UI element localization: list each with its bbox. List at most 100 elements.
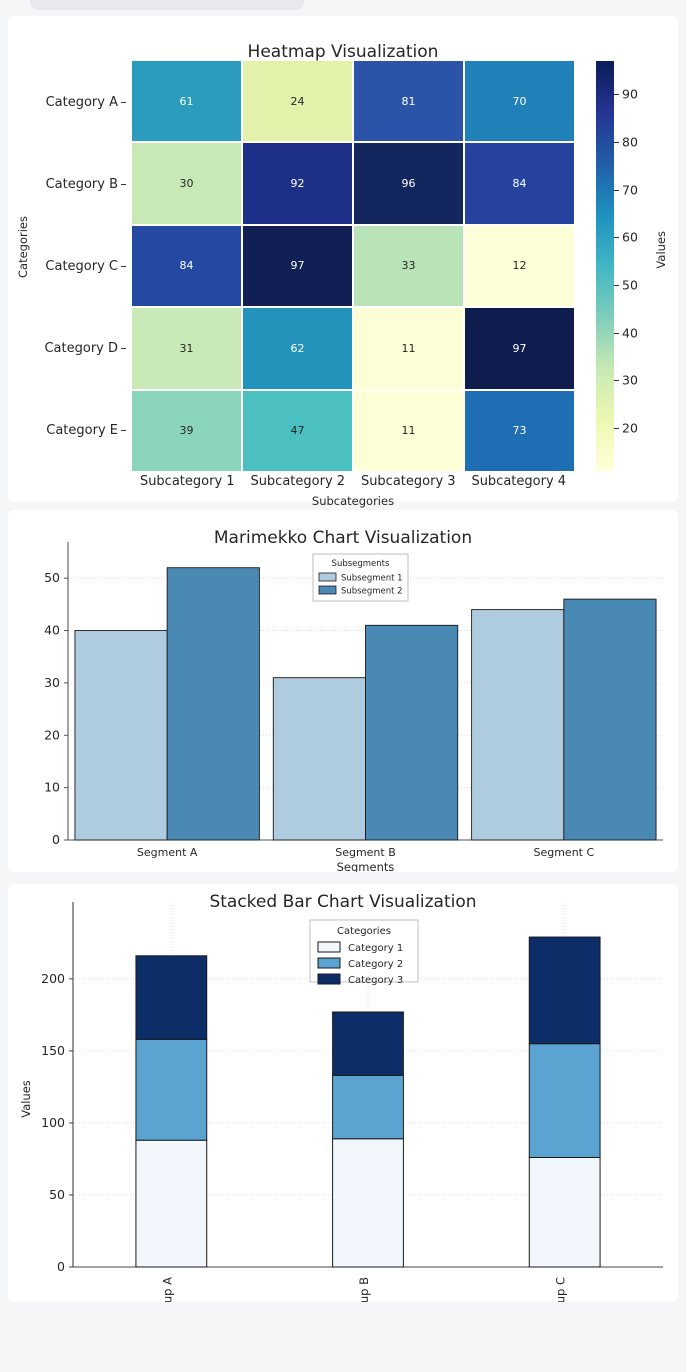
colorbar-tick-label: 60	[622, 229, 638, 245]
stacked-ytick: 0	[57, 1259, 65, 1274]
stacked-bar-segment[interactable]	[135, 1038, 208, 1141]
marimekko-ytick: 10	[44, 780, 60, 795]
marimekko-legend-label[interactable]: Subsegment 2	[341, 587, 403, 597]
heatmap-cell[interactable]: 70	[465, 61, 574, 142]
heatmap-cell[interactable]: 62	[243, 308, 352, 389]
stacked-yaxis-label: Values	[19, 1080, 33, 1118]
stacked-ytick: 100	[41, 1115, 65, 1130]
marimekko-plot[interactable]: 0 10 20 30 40 50 Segment A Segment B Segment C Se…	[8, 510, 678, 872]
heatmap-cell[interactable]: 84	[465, 143, 574, 224]
heatmap-cell[interactable]: 97	[465, 308, 574, 389]
heatmap-row-labels: Category A Category B Category C Category D…	[8, 61, 128, 471]
heatmap-column-labels: Subcategory 1 Subcategory 2 Subcategory 3 S…	[132, 474, 574, 489]
colorbar-tick-mark	[614, 332, 619, 334]
heatmap-cell[interactable]: 33	[354, 225, 463, 307]
heatmap-cell[interactable]: 92	[243, 143, 352, 224]
heatmap-cell[interactable]: 11	[354, 390, 463, 471]
stacked-xtick: Group B	[357, 1277, 371, 1302]
heatmap-xaxis-label: Subcategories	[311, 494, 395, 508]
stacked-bar-card: Stacked Bar Chart Visualization 0 50 100 15…	[8, 884, 678, 1302]
heatmap-cell[interactable]: 39	[132, 390, 241, 471]
heatmap-cell[interactable]: 73	[465, 390, 574, 471]
colorbar-tick-mark	[614, 428, 619, 430]
heatmap-cell[interactable]: 47	[243, 390, 352, 471]
colorbar-tick-mark	[614, 142, 619, 144]
heatmap-cell[interactable]: 97	[243, 225, 352, 307]
marimekko-ytick: 40	[44, 623, 60, 638]
marimekko-legend-label[interactable]: Subsegment 1	[341, 574, 403, 584]
stacked-legend-swatch	[317, 973, 341, 985]
heatmap-cell[interactable]: 11	[354, 308, 463, 389]
marimekko-legend-swatch	[318, 572, 337, 582]
colorbar-tick-label: 70	[622, 182, 638, 198]
stacked-legend-swatch	[317, 941, 341, 953]
colorbar-tick-mark	[614, 285, 619, 287]
heatmap-card: Heatmap Visualization Categories Categor…	[8, 16, 678, 508]
heatmap-cell[interactable]: 81	[354, 61, 463, 142]
stacked-bar-segment[interactable]	[332, 1138, 404, 1268]
colorbar-tick-mark	[614, 94, 619, 96]
heatmap-cell[interactable]: 31	[132, 308, 241, 389]
marimekko-bar[interactable]	[74, 630, 168, 841]
marimekko-bar[interactable]	[365, 624, 459, 841]
stacked-bar-segment[interactable]	[528, 1156, 601, 1268]
heatmap-column-label: Subcategory 3	[360, 474, 456, 489]
marimekko-bar[interactable]	[471, 609, 565, 841]
heatmap-cell[interactable]: 84	[132, 225, 241, 307]
stacked-legend-swatch	[317, 957, 341, 969]
stacked-bar-segment[interactable]	[528, 1043, 601, 1158]
stacked-xtick: Group A	[160, 1277, 174, 1302]
marimekko-ytick: 30	[44, 675, 60, 690]
marimekko-xtick: Segment B	[335, 846, 396, 859]
colorbar-tick-mark	[614, 237, 619, 239]
marimekko-bar[interactable]	[166, 567, 260, 841]
marimekko-ytick: 0	[52, 832, 60, 847]
heatmap-cell[interactable]: 30	[132, 143, 241, 224]
heatmap-row-label: Category C	[8, 225, 128, 307]
colorbar-tick-label: 80	[622, 134, 638, 150]
stacked-bar-segment[interactable]	[135, 955, 208, 1040]
heatmap-column-label: Subcategory 1	[139, 474, 235, 489]
stacked-xtick: Group C	[554, 1277, 568, 1302]
colorbar-tick-label: 20	[622, 420, 638, 436]
heatmap-cell[interactable]: 24	[243, 61, 352, 142]
stacked-legend-label[interactable]: Category 1	[348, 943, 403, 954]
stacked-ytick: 50	[49, 1187, 65, 1202]
heatmap-title: Heatmap Visualization	[247, 42, 439, 62]
stacked-bar-plot[interactable]: 050100150200ValuesGroup AGroup BGroup CG…	[8, 884, 678, 1302]
stacked-bar-segment[interactable]	[332, 1011, 404, 1076]
marimekko-bar[interactable]	[563, 598, 657, 841]
colorbar-tick-mark	[614, 189, 619, 191]
marimekko-legend-swatch	[318, 585, 337, 595]
marimekko-xtick: Segment A	[137, 846, 198, 859]
stacked-legend-label[interactable]: Category 3	[348, 975, 403, 986]
colorbar-tick-label: 90	[622, 86, 638, 102]
heatmap-colorbar-ticks: 20 30 40 50 60 70 80 90	[614, 61, 654, 471]
heatmap-colorbar[interactable]	[596, 61, 614, 471]
marimekko-legend-title: Subsegments	[332, 559, 390, 569]
stacked-legend-label[interactable]: Category 2	[348, 959, 403, 970]
colorbar-tick-label: 30	[622, 372, 638, 388]
heatmap-grid[interactable]: 61 24 81 70 30 92 96 84 84 97 33 12 31 62 11 97 39 47 11 73	[132, 61, 574, 471]
heatmap-row-label: Category D	[8, 307, 128, 389]
heatmap-cell[interactable]: 61	[132, 61, 241, 142]
marimekko-xaxis-label: Segments	[337, 860, 395, 872]
stacked-bar-segment[interactable]	[332, 1074, 404, 1140]
marimekko-ytick: 20	[44, 727, 60, 742]
stacked-bar-segment[interactable]	[528, 936, 601, 1045]
colorbar-tick-mark	[614, 380, 619, 382]
heatmap-cell[interactable]: 12	[465, 225, 574, 307]
marimekko-xtick: Segment C	[533, 846, 594, 859]
marimekko-ytick: 50	[44, 570, 60, 585]
marimekko-card: Marimekko Chart Visualization Values 0 10…	[8, 510, 678, 1226]
marimekko-bar[interactable]	[272, 677, 366, 841]
top-bar-handle[interactable]	[30, 0, 304, 10]
stacked-bar-segment[interactable]	[135, 1139, 208, 1268]
marimekko-title: Marimekko Chart Visualization	[213, 528, 473, 548]
stacked-legend-title: Categories	[337, 926, 391, 937]
heatmap-row-label: Category E	[8, 389, 128, 471]
heatmap-cell[interactable]: 96	[354, 143, 463, 224]
heatmap-row-label: Category A	[8, 61, 128, 143]
heatmap-row-label: Category B	[8, 143, 128, 225]
stacked-ytick: 200	[41, 971, 65, 986]
